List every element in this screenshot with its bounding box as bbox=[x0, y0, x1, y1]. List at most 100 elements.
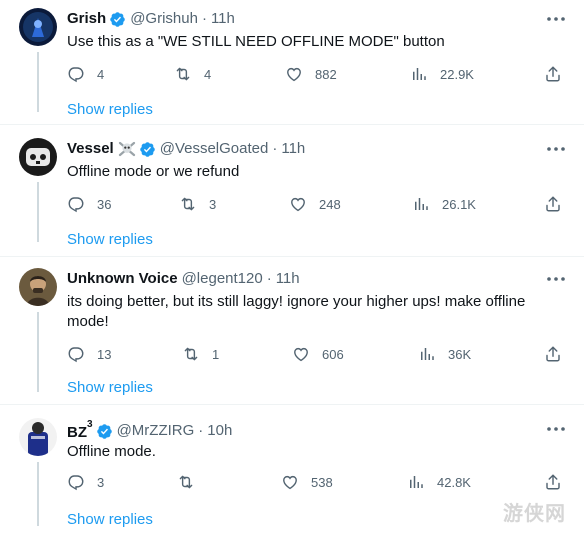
heart-icon bbox=[281, 473, 299, 491]
views-button[interactable]: 22.9K bbox=[410, 64, 474, 84]
more-options-icon[interactable] bbox=[546, 16, 566, 22]
share-icon bbox=[544, 473, 562, 491]
views-chart-icon bbox=[418, 345, 436, 363]
repost-button[interactable]: 1 bbox=[182, 344, 219, 364]
views-chart-icon bbox=[410, 65, 428, 83]
thread-line bbox=[37, 182, 39, 242]
tweet-text: Use this as a "WE STILL NEED OFFLINE MOD… bbox=[67, 33, 445, 50]
tweet-header: Vessel @VesselGoated · 11h bbox=[67, 139, 305, 159]
tweet-text: Offline mode or we refund bbox=[67, 163, 240, 180]
separator-dot: · bbox=[198, 422, 204, 439]
reply-count: 4 bbox=[97, 66, 105, 82]
like-count: 538 bbox=[311, 474, 333, 490]
view-count: 36K bbox=[448, 346, 472, 362]
user-handle[interactable]: @Grishuh bbox=[130, 9, 198, 29]
repost-count: 1 bbox=[212, 346, 220, 362]
repost-icon bbox=[182, 345, 200, 363]
more-options-icon[interactable] bbox=[546, 146, 566, 152]
show-replies-link[interactable]: Show replies bbox=[67, 378, 153, 398]
view-count: 42.8K bbox=[437, 474, 471, 490]
avatar[interactable] bbox=[19, 138, 57, 176]
reply-button[interactable]: 3 bbox=[67, 472, 104, 492]
thread-line bbox=[37, 52, 39, 112]
display-name-text: BZ bbox=[67, 424, 87, 441]
verified-badge-icon bbox=[109, 11, 126, 28]
tweet-header: Unknown Voice @legent120 · 11h bbox=[67, 269, 300, 289]
more-options-icon[interactable] bbox=[546, 276, 566, 282]
views-chart-icon bbox=[407, 473, 425, 491]
timestamp[interactable]: 10h bbox=[207, 421, 232, 441]
tweet-header: Grish @Grishuh · 11h bbox=[67, 9, 235, 29]
views-button[interactable]: 26.1K bbox=[412, 194, 476, 214]
repost-icon bbox=[177, 473, 195, 491]
watermark: 游侠网 bbox=[503, 501, 566, 525]
display-name[interactable]: Vessel bbox=[67, 139, 114, 159]
user-handle[interactable]: @MrZZIRG bbox=[117, 421, 195, 441]
like-count: 882 bbox=[315, 66, 337, 82]
divider bbox=[0, 124, 584, 125]
reply-count: 13 bbox=[97, 346, 112, 362]
show-replies-link[interactable]: Show replies bbox=[67, 100, 153, 120]
views-chart-icon bbox=[412, 195, 430, 213]
reply-button[interactable]: 13 bbox=[67, 344, 111, 364]
like-count: 606 bbox=[322, 346, 344, 362]
repost-icon bbox=[179, 195, 197, 213]
tweet-text: Offline mode. bbox=[67, 443, 156, 460]
verified-badge-icon bbox=[96, 423, 113, 440]
separator-dot: · bbox=[266, 270, 272, 287]
share-icon bbox=[544, 195, 562, 213]
like-button[interactable]: 606 bbox=[292, 344, 344, 364]
heart-icon bbox=[285, 65, 303, 83]
reply-icon bbox=[67, 473, 85, 491]
repost-count: 4 bbox=[204, 66, 212, 82]
tweet-actions: 4 4 882 22.9K bbox=[67, 64, 567, 84]
divider bbox=[0, 404, 584, 405]
avatar[interactable] bbox=[19, 418, 57, 456]
reply-icon bbox=[67, 195, 85, 213]
reply-button[interactable]: 4 bbox=[67, 64, 104, 84]
reply-button[interactable]: 36 bbox=[67, 194, 111, 214]
timestamp[interactable]: 11h bbox=[281, 139, 305, 159]
display-name-superscript: 3 bbox=[87, 419, 93, 430]
reply-count: 36 bbox=[97, 196, 112, 212]
share-button[interactable] bbox=[544, 472, 574, 492]
tweet-text: its doing better, but its still laggy! i… bbox=[67, 293, 526, 330]
reply-feed: Grish @Grishuh · 11h Use this as a "WE S… bbox=[0, 0, 584, 541]
separator-dot: · bbox=[201, 10, 207, 27]
thread-line bbox=[37, 462, 39, 526]
divider bbox=[0, 256, 584, 257]
display-name[interactable]: Unknown Voice bbox=[67, 269, 178, 289]
timestamp[interactable]: 11h bbox=[211, 9, 235, 29]
share-button[interactable] bbox=[544, 194, 574, 214]
views-button[interactable]: 36K bbox=[418, 344, 471, 364]
reply-icon bbox=[67, 65, 85, 83]
reply-icon bbox=[67, 345, 85, 363]
like-button[interactable]: 882 bbox=[285, 64, 337, 84]
like-count: 248 bbox=[319, 196, 341, 212]
view-count: 26.1K bbox=[442, 196, 476, 212]
share-button[interactable] bbox=[544, 344, 574, 364]
show-replies-link[interactable]: Show replies bbox=[67, 510, 153, 530]
share-icon bbox=[544, 65, 562, 83]
avatar[interactable] bbox=[19, 268, 57, 306]
repost-button[interactable]: 3 bbox=[179, 194, 216, 214]
timestamp[interactable]: 11h bbox=[276, 269, 300, 289]
avatar[interactable] bbox=[19, 8, 57, 46]
like-button[interactable]: 538 bbox=[281, 472, 333, 492]
separator-dot: · bbox=[272, 140, 278, 157]
repost-button[interactable]: 4 bbox=[174, 64, 211, 84]
heart-icon bbox=[289, 195, 307, 213]
like-button[interactable]: 248 bbox=[289, 194, 341, 214]
user-handle[interactable]: @legent120 bbox=[182, 269, 263, 289]
heart-icon bbox=[292, 345, 310, 363]
user-handle[interactable]: @VesselGoated bbox=[160, 139, 269, 159]
views-button[interactable]: 42.8K bbox=[407, 472, 471, 492]
display-name[interactable]: Grish bbox=[67, 9, 106, 29]
display-name[interactable]: BZ3 bbox=[67, 419, 93, 443]
more-options-icon[interactable] bbox=[546, 426, 566, 432]
reply-count: 3 bbox=[97, 474, 105, 490]
share-button[interactable] bbox=[544, 64, 574, 84]
repost-button[interactable] bbox=[177, 472, 207, 492]
tweet-actions: 3 538 42.8K bbox=[67, 472, 567, 492]
show-replies-link[interactable]: Show replies bbox=[67, 230, 153, 250]
